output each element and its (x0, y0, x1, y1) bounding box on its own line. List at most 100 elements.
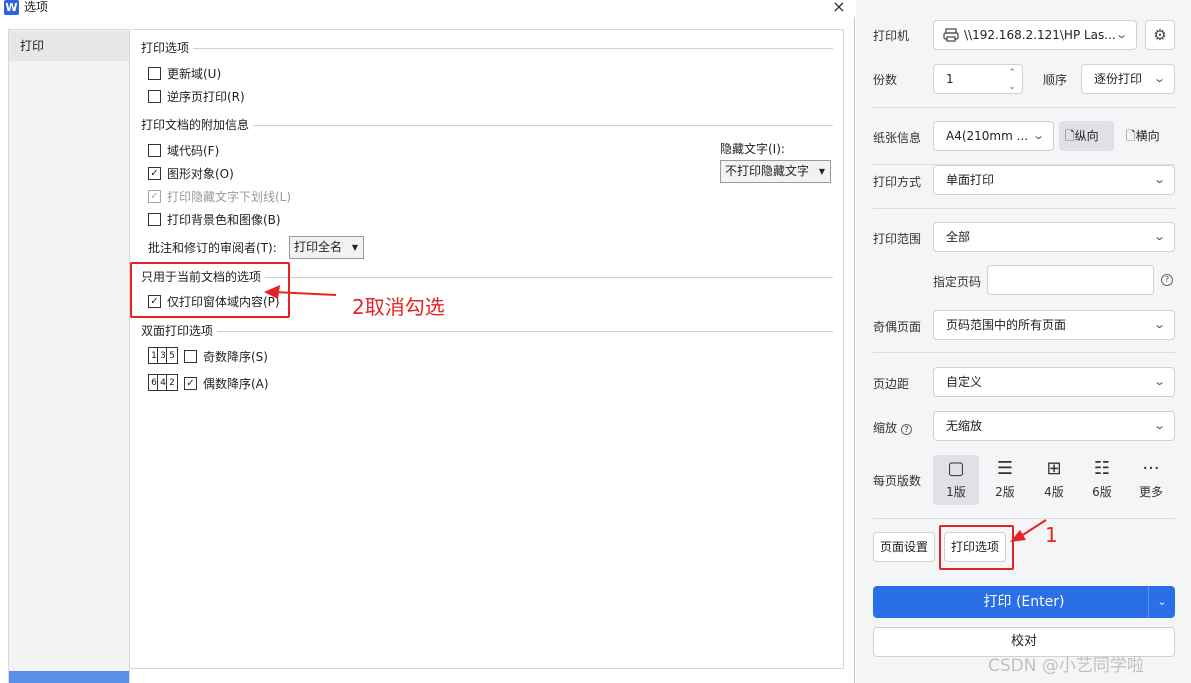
margin-label: 页边距 (873, 377, 910, 391)
info-icon[interactable]: ? (900, 424, 912, 435)
field-codes-option[interactable]: 域代码(F) (148, 142, 219, 158)
checkbox[interactable] (184, 349, 197, 363)
divider (265, 277, 833, 278)
dialog-titlebar: W 选项 × (0, 0, 855, 17)
print-button[interactable]: 打印 (Enter) ⌄ (873, 586, 1175, 618)
printer-label: 打印机 (873, 29, 910, 43)
checkbox[interactable] (148, 66, 161, 80)
dialog-title: 选项 (24, 0, 49, 14)
update-fields-option[interactable]: 更新域(U) (148, 65, 221, 81)
landscape-page-icon: 🗋 (1126, 129, 1136, 143)
divider (873, 208, 1175, 209)
select-value: \\192.168.2.121\HP Las... (964, 28, 1116, 42)
portrait-toggle[interactable]: 🗋纵向 (1059, 121, 1114, 151)
landscape-toggle[interactable]: 🗋横向 (1120, 121, 1177, 151)
divider (873, 352, 1175, 353)
pages-per-sheet-6[interactable]: ☷ 6版 (1079, 455, 1125, 505)
print-range-label: 打印范围 (873, 232, 922, 246)
zoom-select[interactable]: 无缩放 ⌄ (933, 411, 1175, 441)
margin-select[interactable]: 自定义 ⌄ (933, 367, 1175, 397)
chevron-down-icon: ⌄ (1152, 318, 1166, 331)
group-header-duplex: 双面打印选项 (141, 324, 214, 338)
chevron-down-icon: ⌄ (1031, 129, 1045, 142)
one-up-icon: ▢ (947, 458, 965, 479)
pages-per-sheet-label: 每页版数 (873, 474, 922, 488)
print-options-content: 打印选项 更新域(U) 逆序页打印(R) 打印文档的附加信息 域代码(F) ✓ … (131, 29, 844, 669)
help-icon[interactable]: ? (1161, 274, 1173, 286)
annotation-step1-text: 1 (1045, 523, 1058, 547)
option-label: 打印背景色和图像(B) (167, 212, 281, 227)
order-select[interactable]: 逐份打印 ⌄ (1081, 64, 1175, 94)
two-up-icon: ☰ (996, 458, 1014, 479)
odd-even-select[interactable]: 页码范围中的所有页面 ⌄ (933, 310, 1175, 340)
pages-per-sheet-4[interactable]: ⊞ 4版 (1031, 455, 1077, 505)
option-label: 图形对象(O) (167, 166, 234, 181)
printer-properties-button[interactable]: ⚙ (1145, 20, 1175, 50)
hidden-text-select[interactable]: 不打印隐藏文字 ▼ (720, 160, 831, 183)
four-up-icon: ⊞ (1046, 458, 1062, 479)
dropdown-arrow-icon: ▼ (351, 243, 358, 252)
drawing-objects-option[interactable]: ✓ 图形对象(O) (148, 165, 234, 181)
category-item-print[interactable]: 打印 (9, 31, 129, 61)
close-icon[interactable]: × (830, 0, 848, 16)
background-option[interactable]: 打印背景色和图像(B) (148, 211, 281, 227)
divider (217, 331, 833, 332)
chevron-down-icon: ⌄ (1152, 230, 1166, 243)
group-header-print-options: 打印选项 (141, 41, 190, 55)
stepper-down-icon[interactable]: ⌄ (1008, 73, 1016, 101)
pages-per-sheet-1[interactable]: ▢ 1版 (933, 455, 979, 505)
checkbox[interactable] (148, 89, 161, 103)
checkbox[interactable] (148, 143, 161, 157)
option-label: 逆序页打印(R) (167, 89, 245, 104)
select-value: 全部 (946, 230, 971, 244)
annotation-box-print-options (939, 525, 1014, 570)
chevron-down-icon: ⌄ (1152, 173, 1166, 186)
chevron-down-icon[interactable]: ⌄ (1148, 586, 1175, 618)
page-numbers-label: 指定页码 (933, 275, 982, 289)
copies-stepper[interactable]: 1 ⌃ ⌄ (933, 64, 1023, 94)
group-header-extra-info: 打印文档的附加信息 (141, 118, 250, 132)
hidden-underline-option: ✓ 打印隐藏文字下划线(L) (148, 188, 291, 204)
page-setup-button[interactable]: 页面设置 (873, 532, 935, 562)
select-value: 单面打印 (946, 173, 995, 187)
odd-even-label: 奇偶页面 (873, 320, 922, 334)
page-numbers-input[interactable] (987, 265, 1154, 295)
stepper-value: 1 (946, 72, 954, 86)
odd-descending-option[interactable]: 奇数降序(S) (184, 348, 268, 364)
order-label: 顺序 (1043, 73, 1068, 87)
print-method-select[interactable]: 单面打印 ⌄ (933, 165, 1175, 195)
six-up-icon: ☷ (1093, 458, 1111, 479)
option-label: 域代码(F) (167, 143, 220, 158)
category-list: 打印 (8, 29, 130, 683)
select-value: 页码范围中的所有页面 (946, 318, 1067, 332)
reverse-order-option[interactable]: 逆序页打印(R) (148, 88, 245, 104)
options-dialog: W 选项 × 打印 打印选项 更新域(U) 逆序页打印(R) 打印文档的附加信息… (0, 0, 855, 683)
chevron-down-icon: ⌄ (1114, 28, 1128, 41)
checkbox-checked[interactable]: ✓ (184, 376, 197, 390)
copies-label: 份数 (873, 73, 898, 87)
divider (193, 48, 833, 49)
portrait-page-icon: 🗋 (1065, 129, 1075, 143)
pages-per-sheet-more[interactable]: ··· 更多 (1128, 455, 1174, 505)
checkbox[interactable] (148, 212, 161, 226)
select-value: 无缩放 (946, 419, 983, 433)
option-label: 打印隐藏文字下划线(L) (167, 189, 292, 204)
category-scroll-indicator (9, 671, 129, 683)
select-value: 不打印隐藏文字 (725, 164, 810, 178)
pages-per-sheet-2[interactable]: ☰ 2版 (982, 455, 1028, 505)
option-label: 奇数降序(S) (203, 349, 268, 364)
option-label: 偶数降序(A) (203, 376, 269, 391)
checkbox-checked[interactable]: ✓ (148, 166, 161, 180)
chevron-down-icon: ⌄ (1152, 375, 1166, 388)
print-range-select[interactable]: 全部 ⌄ (933, 222, 1175, 252)
even-descending-option[interactable]: ✓ 偶数降序(A) (184, 375, 269, 391)
more-icon: ··· (1142, 458, 1160, 479)
paper-label: 纸张信息 (873, 131, 922, 145)
paper-select[interactable]: A4(210mm ... ⌄ (933, 121, 1054, 151)
hidden-text-label: 隐藏文字(I): (720, 142, 785, 156)
printer-select[interactable]: \\192.168.2.121\HP Las... ⌄ (933, 20, 1137, 50)
select-value: 自定义 (946, 375, 983, 389)
reviewer-label: 批注和修订的审阅者(T): (148, 241, 277, 255)
print-settings-panel: 打印机 \\192.168.2.121\HP Las... ⌄ ⚙ 份数 1 ⌃… (856, 0, 1191, 683)
reviewer-select[interactable]: 打印全名 ▼ (289, 236, 364, 259)
